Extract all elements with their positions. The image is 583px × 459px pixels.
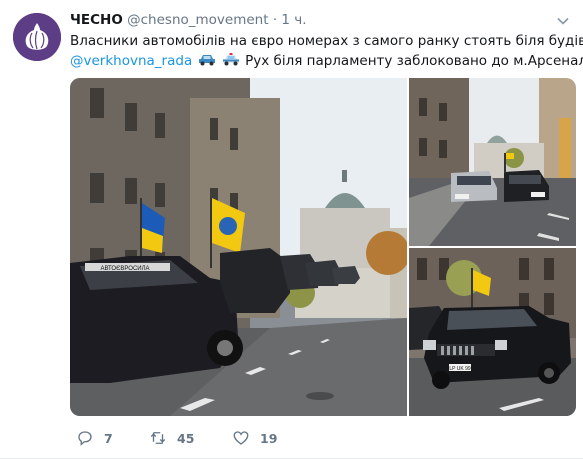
reply-icon xyxy=(78,431,92,446)
tweet-text-line-2-rest: Рух біля парламенту заблоковано до м.Арс… xyxy=(245,53,583,69)
reply-button[interactable]: 7 xyxy=(76,428,113,448)
chevron-down-icon[interactable] xyxy=(556,14,570,28)
street-photo-top-right xyxy=(409,78,576,246)
retweet-button[interactable]: 45 xyxy=(149,428,194,448)
street-photo-main: АВТОЄВРОСИЛА xyxy=(70,78,407,416)
photo-bottom-right[interactable]: LP UK 99 xyxy=(409,248,576,416)
tweet[interactable]: ЧЕСНО @chesno_movement · 1 ч. Власники а… xyxy=(0,0,583,459)
photo-top-right[interactable] xyxy=(409,78,576,246)
tweet-time[interactable]: 1 ч. xyxy=(281,12,306,28)
retweet-count: 45 xyxy=(177,430,195,446)
retweet-icon xyxy=(150,432,166,444)
author-handle[interactable]: @chesno_movement xyxy=(127,12,268,28)
avatar[interactable] xyxy=(13,13,61,61)
header-separator: · xyxy=(272,12,278,28)
photo-main[interactable]: АВТОЄВРОСИЛА xyxy=(70,78,407,416)
car-emoji-icon xyxy=(198,55,215,66)
tweet-actions: 7 45 19 xyxy=(70,428,370,448)
tweet-text: Власники автомобілів на євро номерах з с… xyxy=(70,31,583,71)
street-photo-bottom-right: LP UK 99 xyxy=(409,248,576,416)
tweet-text-line-2: @verkhovna_rada Рух біля парламенту забл… xyxy=(70,51,583,71)
like-button[interactable]: 19 xyxy=(232,428,277,448)
police-car-emoji-icon xyxy=(222,53,239,66)
tweet-text-line-1: Власники автомобілів на євро номерах з с… xyxy=(70,33,583,49)
license-plate-text: LP UK 99 xyxy=(449,366,471,372)
like-count: 19 xyxy=(260,430,278,446)
heart-icon xyxy=(233,431,249,445)
author-name[interactable]: ЧЕСНО xyxy=(70,12,123,28)
windshield-sign-text: АВТОЄВРОСИЛА xyxy=(100,266,149,272)
garlic-logo-icon xyxy=(13,13,61,61)
mention-link[interactable]: @verkhovna_rada xyxy=(70,53,192,69)
media-grid: АВТОЄВРОСИЛА LP UK 99 xyxy=(70,78,576,416)
tweet-header: ЧЕСНО @chesno_movement · 1 ч. xyxy=(70,11,307,29)
reply-count: 7 xyxy=(104,430,113,446)
